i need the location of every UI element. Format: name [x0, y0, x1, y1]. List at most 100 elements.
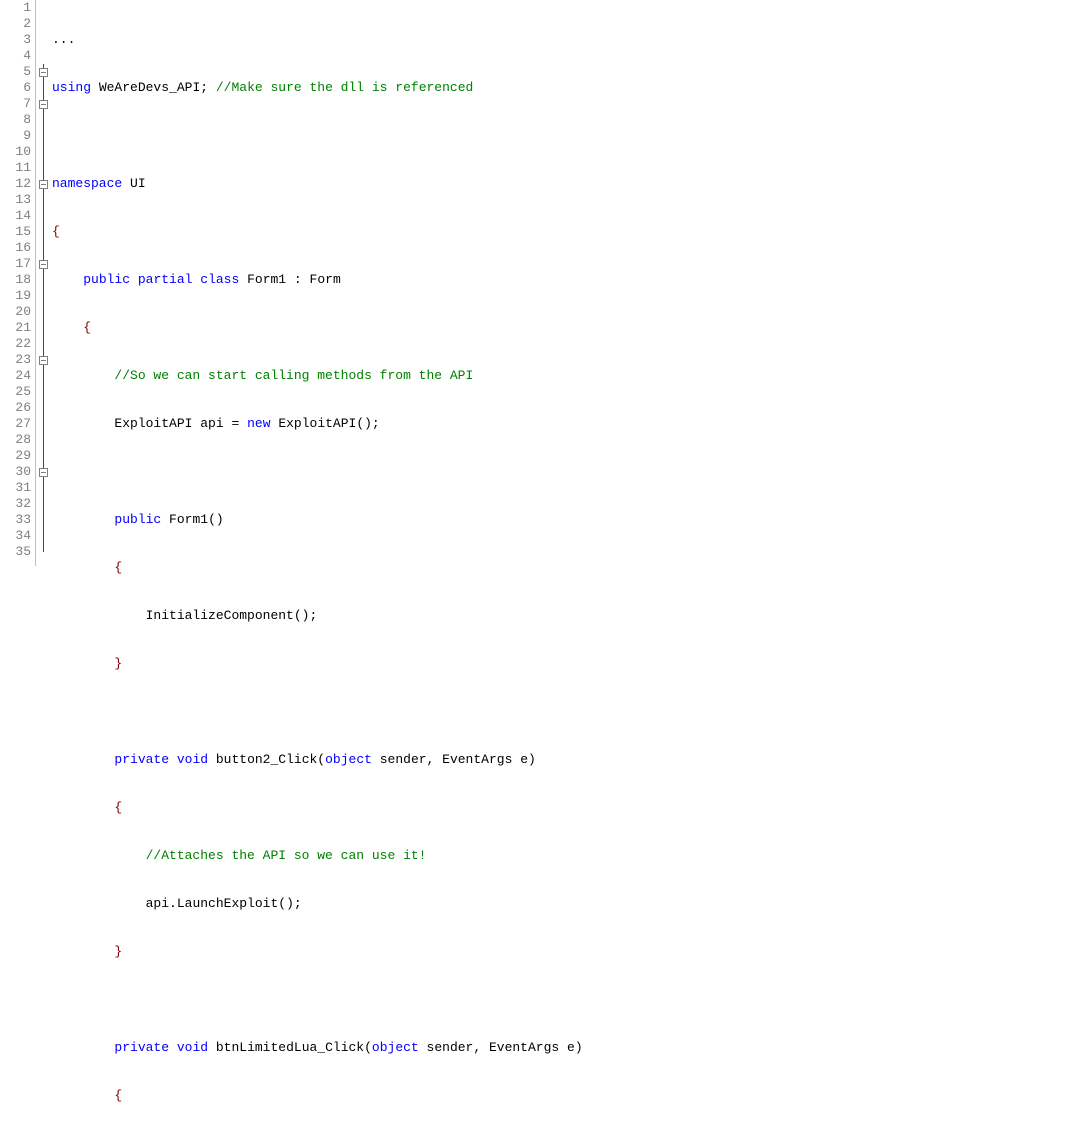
line-number: 33 — [0, 512, 31, 528]
code-line[interactable]: { — [50, 320, 1089, 336]
line-number: 23 — [0, 352, 31, 368]
line-number: 4 — [0, 48, 31, 64]
identifier: e — [567, 1040, 575, 1055]
code-line[interactable]: } — [50, 656, 1089, 672]
op: = — [231, 416, 239, 431]
line-number: 14 — [0, 208, 31, 224]
line-number: 3 — [0, 32, 31, 48]
keyword: new — [247, 416, 270, 431]
identifier: UI — [130, 176, 146, 191]
keyword: private — [114, 1040, 169, 1055]
line-number: 19 — [0, 288, 31, 304]
line-number: 1 — [0, 0, 31, 16]
line-number: 2 — [0, 16, 31, 32]
code-line[interactable]: private void button2_Click(object sender… — [50, 752, 1089, 768]
code-line[interactable]: //So we can start calling methods from t… — [50, 368, 1089, 384]
brace: } — [114, 656, 122, 671]
punct: : — [294, 272, 302, 287]
method: LaunchExploit — [177, 896, 278, 911]
line-number: 34 — [0, 528, 31, 544]
code-line[interactable]: namespace UI — [50, 176, 1089, 192]
code-line[interactable]: using WeAreDevs_API; //Make sure the dll… — [50, 80, 1089, 96]
brace: { — [114, 560, 122, 575]
method: Form1 — [169, 512, 208, 527]
code-line[interactable] — [50, 464, 1089, 480]
line-number: 17 — [0, 256, 31, 272]
code-line[interactable]: //Attaches the API so we can use it! — [50, 848, 1089, 864]
identifier: sender — [380, 752, 427, 767]
code-line[interactable]: api.LaunchExploit(); — [50, 896, 1089, 912]
keyword: class — [200, 272, 239, 287]
keyword: void — [177, 1040, 208, 1055]
brace: { — [52, 224, 60, 239]
line-number: 15 — [0, 224, 31, 240]
line-number: 21 — [0, 320, 31, 336]
fold-toggle-icon[interactable] — [39, 180, 48, 189]
comment: //So we can start calling methods from t… — [114, 368, 473, 383]
type: ExploitAPI — [114, 416, 192, 431]
fold-toggle-icon[interactable] — [39, 468, 48, 477]
line-number: 11 — [0, 160, 31, 176]
type: EventArgs — [442, 752, 512, 767]
line-number: 31 — [0, 480, 31, 496]
line-number: 16 — [0, 240, 31, 256]
brace: { — [114, 800, 122, 815]
fold-toggle-icon[interactable] — [39, 356, 48, 365]
line-number: 29 — [0, 448, 31, 464]
keyword: using — [52, 80, 91, 95]
line-number: 10 — [0, 144, 31, 160]
code-line[interactable]: public partial class Form1 : Form — [50, 272, 1089, 288]
identifier: e — [520, 752, 528, 767]
code-line[interactable]: { — [50, 224, 1089, 240]
method: button2_Click — [216, 752, 317, 767]
line-number: 6 — [0, 80, 31, 96]
code-line[interactable] — [50, 704, 1089, 720]
line-number: 28 — [0, 432, 31, 448]
line-number: 32 — [0, 496, 31, 512]
keyword: public — [114, 512, 161, 527]
code-line[interactable]: ... — [50, 32, 1089, 48]
code-line[interactable]: InitializeComponent(); — [50, 608, 1089, 624]
keyword: object — [325, 752, 372, 767]
brace: { — [114, 1088, 122, 1103]
code-line[interactable] — [50, 992, 1089, 1008]
keyword: public — [83, 272, 130, 287]
identifier: api — [200, 416, 223, 431]
type: EventArgs — [489, 1040, 559, 1055]
line-number: 22 — [0, 336, 31, 352]
line-number: 5 — [0, 64, 31, 80]
line-number: 9 — [0, 128, 31, 144]
type: ExploitAPI — [278, 416, 356, 431]
line-number: 24 — [0, 368, 31, 384]
method: InitializeComponent — [146, 608, 294, 623]
line-number-gutter: 1 2 3 4 5 6 7 8 9 10 11 12 13 14 15 16 1… — [0, 0, 36, 566]
keyword: void — [177, 752, 208, 767]
code-line[interactable] — [50, 128, 1089, 144]
code-line[interactable]: { — [50, 800, 1089, 816]
code-line[interactable]: private void btnLimitedLua_Click(object … — [50, 1040, 1089, 1056]
code-line[interactable]: { — [50, 560, 1089, 576]
fold-margin[interactable] — [36, 0, 50, 566]
brace: } — [114, 944, 122, 959]
line-number: 8 — [0, 112, 31, 128]
keyword: namespace — [52, 176, 122, 191]
identifier: sender — [427, 1040, 474, 1055]
identifier: WeAreDevs_API — [99, 80, 200, 95]
code-line[interactable]: { — [50, 1088, 1089, 1104]
identifier: api — [146, 896, 169, 911]
comment: //Make sure the dll is referenced — [216, 80, 473, 95]
line-number: 25 — [0, 384, 31, 400]
code-content[interactable]: ... using WeAreDevs_API; //Make sure the… — [50, 0, 1089, 566]
line-number: 13 — [0, 192, 31, 208]
code-editor[interactable]: 1 2 3 4 5 6 7 8 9 10 11 12 13 14 15 16 1… — [0, 0, 1089, 566]
fold-toggle-icon[interactable] — [39, 68, 48, 77]
code-line[interactable]: ExploitAPI api = new ExploitAPI(); — [50, 416, 1089, 432]
line-number: 12 — [0, 176, 31, 192]
code-line[interactable]: } — [50, 944, 1089, 960]
fold-toggle-icon[interactable] — [39, 100, 48, 109]
method: btnLimitedLua_Click — [216, 1040, 364, 1055]
fold-toggle-icon[interactable] — [39, 260, 48, 269]
line-number: 7 — [0, 96, 31, 112]
line-number: 27 — [0, 416, 31, 432]
code-line[interactable]: public Form1() — [50, 512, 1089, 528]
